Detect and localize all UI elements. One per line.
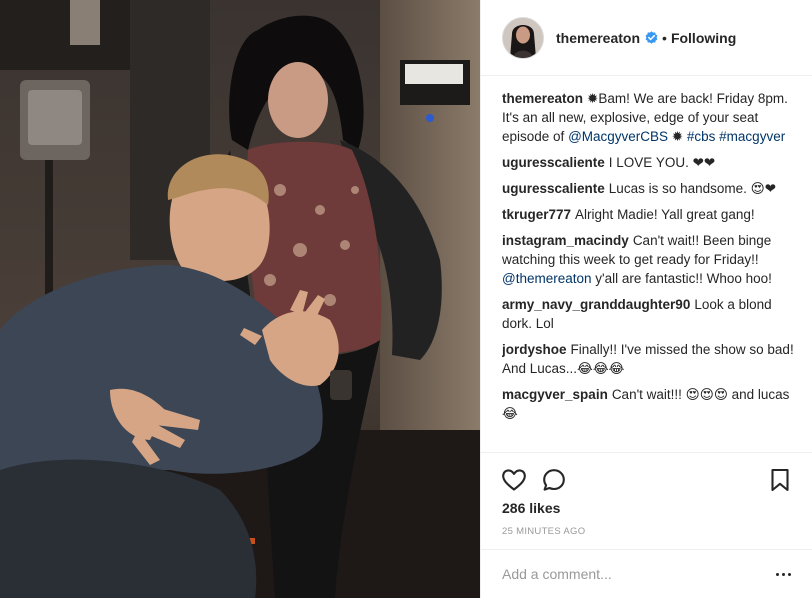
hashtag-link[interactable]: #macgyver <box>719 129 785 144</box>
more-options-icon[interactable] <box>773 568 793 580</box>
add-comment-bar <box>481 549 812 598</box>
comment-username[interactable]: macgyver_spain <box>502 387 608 402</box>
comment-bubble-icon[interactable] <box>541 467 567 493</box>
author-avatar[interactable] <box>502 16 544 59</box>
action-bar <box>481 452 812 504</box>
comment-item: macgyver_spain Can't wait!!! 😍😍😍 and luca… <box>502 385 797 423</box>
hashtag-link[interactable]: #cbs <box>687 129 716 144</box>
comment-username[interactable]: uguresscaliente <box>502 155 605 170</box>
comment-item: uguresscaliente I LOVE YOU. ❤❤ <box>502 153 797 172</box>
comment-username[interactable]: uguresscaliente <box>502 181 605 196</box>
caption-username[interactable]: themereaton <box>502 91 583 106</box>
comment-username[interactable]: instagram_macindy <box>502 233 629 248</box>
caption-text: ✹ <box>668 129 687 144</box>
mention-link[interactable]: @themereaton <box>502 271 592 286</box>
post-timestamp[interactable]: 25 MINUTES AGO <box>502 526 585 537</box>
header-separator: • <box>662 29 667 46</box>
comment-text: Lucas is so handsome. 😍❤ <box>608 181 777 196</box>
following-button[interactable]: Following <box>671 30 736 46</box>
comment-text: Alright Madie! Yall great gang! <box>575 207 755 222</box>
author-username[interactable]: themereaton <box>556 30 640 46</box>
post-side-panel: themereaton • Following themereaton ✹Bam!… <box>480 0 812 598</box>
photo-illustration <box>0 0 480 598</box>
comment-input[interactable] <box>502 564 752 584</box>
mention-link[interactable]: @MacgyverCBS <box>568 129 668 144</box>
heart-icon[interactable] <box>501 467 527 493</box>
comment-item: instagram_macindy Can't wait!! Been binge… <box>502 231 797 288</box>
instagram-post: themereaton • Following themereaton ✹Bam!… <box>0 0 812 598</box>
comment-text: y'all are fantastic!! Whoo hoo! <box>591 271 772 286</box>
post-photo[interactable] <box>0 0 480 598</box>
comment-item: army_navy_granddaughter90 Look a blond do… <box>502 295 797 333</box>
comment-text: I LOVE YOU. ❤❤ <box>608 155 716 170</box>
bookmark-icon[interactable] <box>767 467 793 493</box>
comment-item: tkruger777 Alright Madie! Yall great gang… <box>502 205 797 224</box>
avatar-image <box>503 17 543 58</box>
verified-badge-icon <box>645 31 658 44</box>
post-header: themereaton • Following <box>481 0 812 76</box>
caption: themereaton ✹Bam! We are back! Friday 8pm… <box>502 89 797 146</box>
likes-count[interactable]: 286 likes <box>502 500 560 516</box>
comment-item: jordyshoe Finally!! I've missed the show … <box>502 340 797 378</box>
comment-item: uguresscaliente Lucas is so handsome. 😍❤ <box>502 179 797 198</box>
comment-username[interactable]: jordyshoe <box>502 342 567 357</box>
comment-username[interactable]: army_navy_granddaughter90 <box>502 297 690 312</box>
comments-list: themereaton ✹Bam! We are back! Friday 8pm… <box>502 89 797 434</box>
comment-username[interactable]: tkruger777 <box>502 207 571 222</box>
